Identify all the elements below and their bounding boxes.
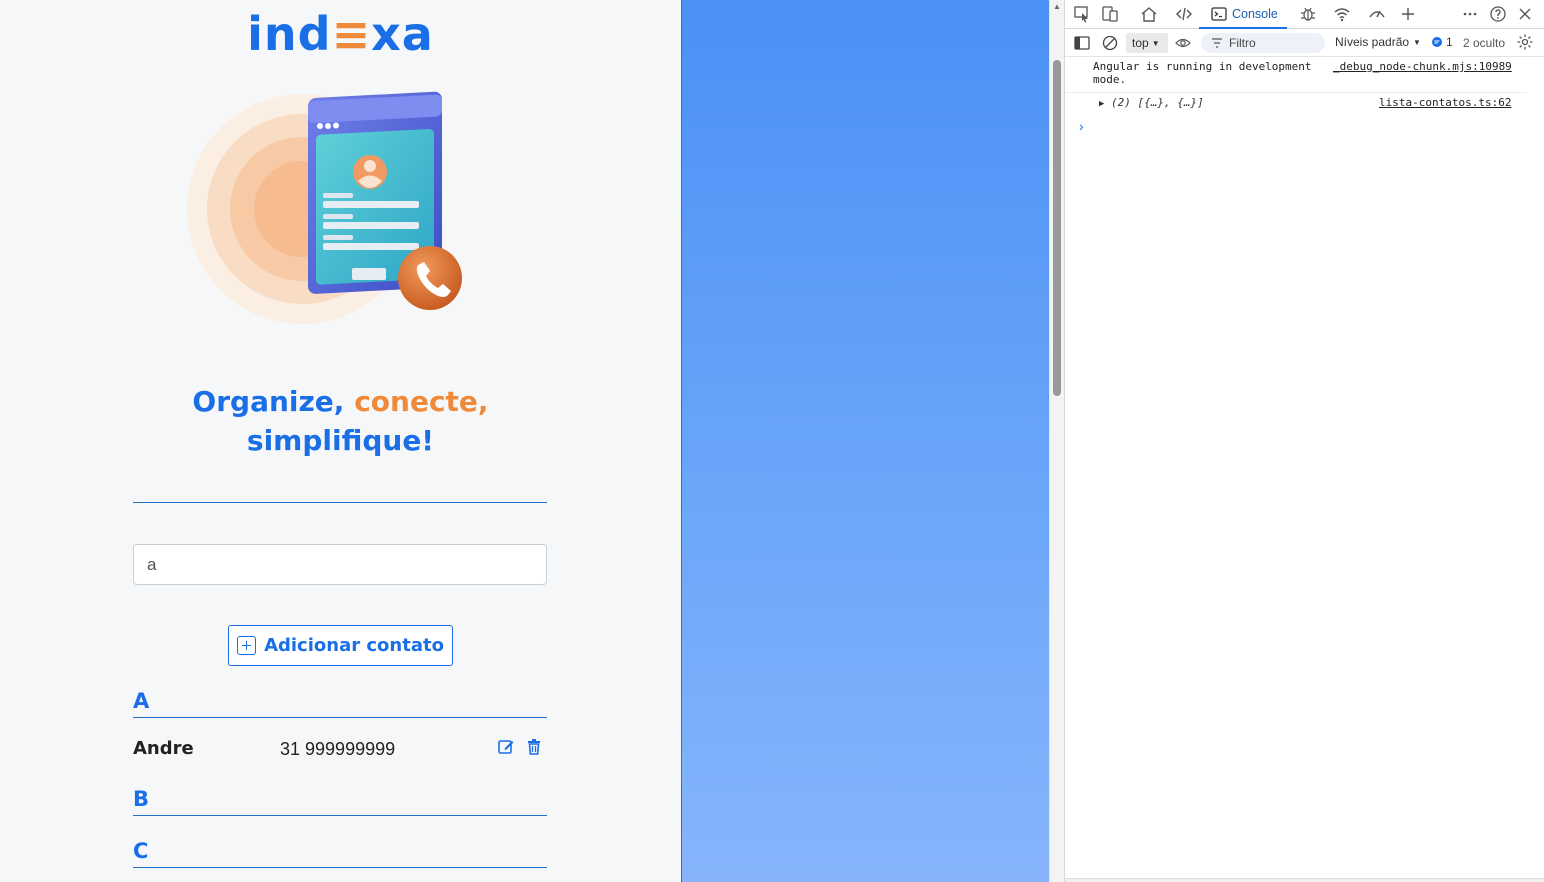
console-message-2-source-link[interactable]: lista-contatos.ts:62 [1379, 96, 1511, 109]
log-levels-label: Níveis padrão [1335, 35, 1410, 49]
network-wifi-icon[interactable] [1333, 5, 1351, 23]
trash-icon[interactable] [525, 738, 543, 756]
console-icon [1211, 6, 1227, 21]
issue-message-icon [1432, 37, 1442, 47]
filter-placeholder: Filtro [1229, 36, 1256, 50]
scroll-up-arrow-icon[interactable]: ▲ [1053, 2, 1061, 11]
dropdown-caret-icon: ▼ [1151, 38, 1160, 48]
add-square-icon [237, 636, 257, 655]
context-selector-value: top [1132, 36, 1149, 50]
close-devtools-icon[interactable] [1516, 5, 1534, 23]
edit-icon[interactable] [497, 738, 515, 756]
hidden-messages-count: 2 oculto [1463, 36, 1506, 50]
issues-count: 1 [1446, 35, 1453, 49]
elements-code-icon[interactable] [1175, 5, 1193, 23]
slogan-part-organize: Organize, [192, 385, 345, 418]
expand-triangle-icon[interactable]: ▶ [1099, 99, 1104, 109]
console-prompt-chevron-icon[interactable]: › [1079, 118, 1084, 134]
context-selector[interactable]: top ▼ [1126, 33, 1168, 53]
add-contact-button[interactable]: Adicionar contato [228, 625, 453, 666]
slogan: Organize, conecte, simplifique! [0, 382, 681, 460]
help-icon[interactable] [1489, 5, 1507, 23]
devtools-panel: Console top ▼ Filtro Níveis padrão ▼ 1 2… [1064, 0, 1544, 882]
console-filter-input[interactable]: Filtro [1201, 33, 1325, 53]
performance-icon[interactable] [1368, 5, 1386, 23]
contact-card-illustration [187, 91, 462, 324]
dropdown-caret-icon: ▼ [1413, 37, 1421, 47]
section-header-a: A [133, 688, 547, 718]
console-filter-bar: top ▼ Filtro Níveis padrão ▼ 1 2 oculto [1065, 29, 1544, 57]
search-field[interactable] [133, 544, 547, 585]
console-settings-gear-icon[interactable] [1516, 33, 1534, 51]
filter-icon [1212, 38, 1222, 48]
live-expression-eye-icon[interactable] [1174, 34, 1192, 52]
scrollbar-thumb[interactable] [1053, 60, 1061, 396]
device-emulation-icon[interactable] [1101, 5, 1119, 23]
contact-name: Andre [133, 738, 194, 759]
devtools-bottom-strip [1065, 878, 1544, 882]
inspect-element-icon[interactable] [1073, 5, 1091, 23]
more-options-icon[interactable] [1461, 5, 1479, 23]
issues-counter[interactable]: 1 [1431, 35, 1453, 49]
log-levels-dropdown[interactable]: Níveis padrão ▼ [1335, 35, 1421, 49]
console-message-2-text: (2) [{…}, {…}] [1111, 96, 1204, 109]
console-message-1-source-link[interactable]: _debug_node-chunk.mjs:10989 [1333, 60, 1512, 73]
app-page: ind≡xa Organize, conecte, simplifique! a… [0, 0, 681, 882]
logo-text-part3: xa [371, 7, 434, 61]
add-contact-label: Adicionar contato [264, 635, 444, 656]
console-separator [1065, 92, 1527, 93]
logo-text-part2: ≡ [331, 7, 372, 61]
debugger-bug-icon[interactable] [1299, 5, 1317, 23]
section-header-b: B [133, 786, 547, 816]
add-tab-plus-icon[interactable] [1399, 5, 1417, 23]
indexa-logo: ind≡xa [0, 6, 681, 62]
tab-console[interactable]: Console [1199, 0, 1287, 29]
devtools-toolbar: Console [1065, 0, 1544, 29]
search-input[interactable] [147, 554, 533, 575]
console-message-1-line2: mode. [1093, 73, 1127, 86]
slogan-part-conecte: conecte, [354, 385, 489, 418]
contact-phone: 31 999999999 [280, 739, 396, 759]
tab-console-label: Console [1232, 6, 1278, 21]
sidebar-toggle-icon[interactable] [1073, 34, 1091, 52]
clear-console-icon[interactable] [1101, 34, 1119, 52]
section-header-c: C [133, 838, 547, 868]
header-divider [133, 502, 547, 503]
slogan-part-simplifique: simplifique! [246, 424, 435, 457]
logo-text-part1: ind [247, 7, 332, 61]
page-scrollbar[interactable]: ▲ [1049, 0, 1064, 882]
blue-gradient-panel [681, 0, 1049, 882]
contact-row: Andre 31 999999999 [133, 738, 547, 762]
home-icon[interactable] [1140, 5, 1158, 23]
